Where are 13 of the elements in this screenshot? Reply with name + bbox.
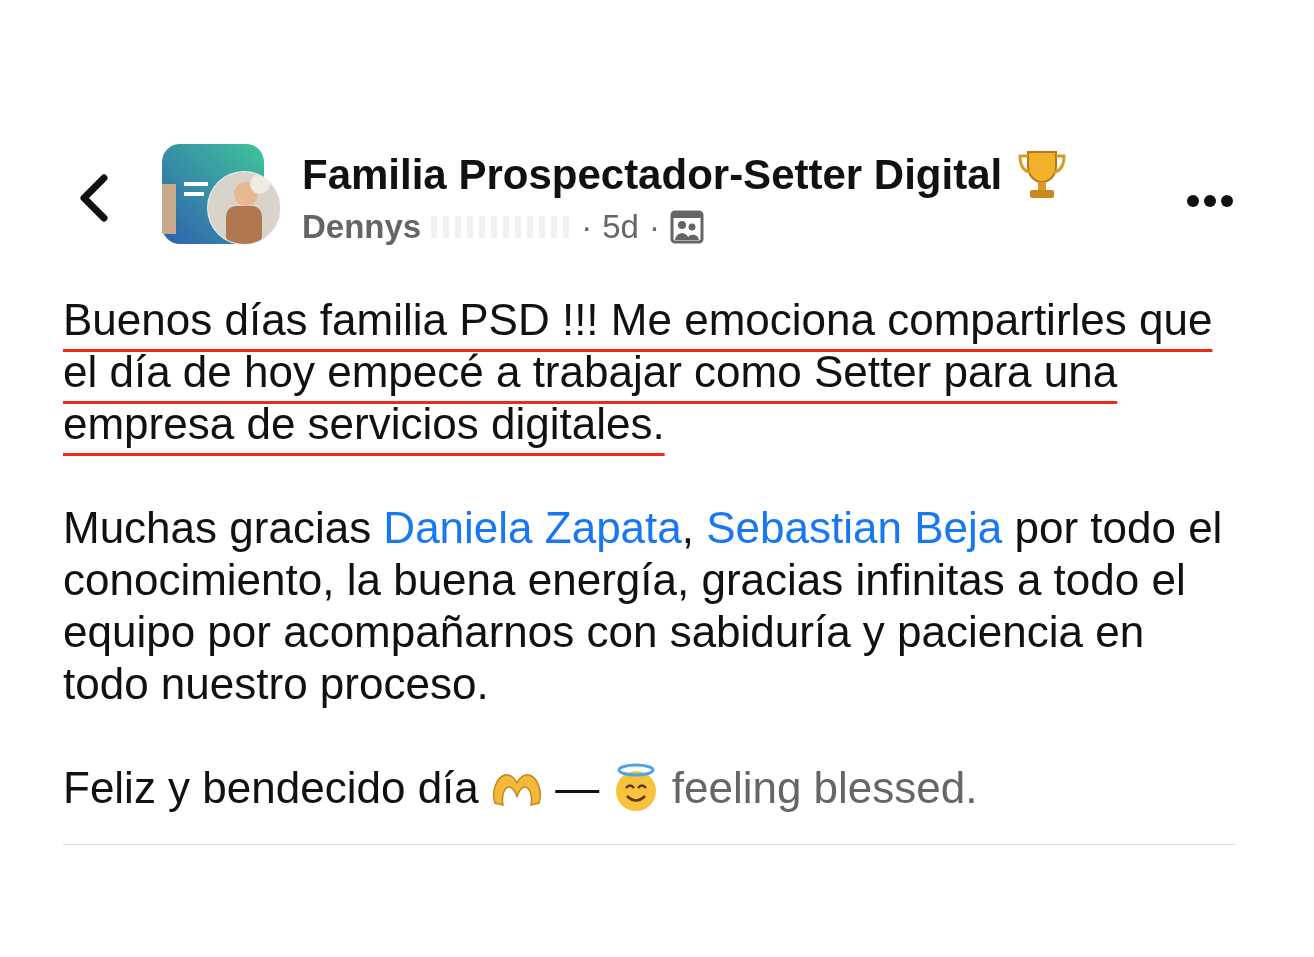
profile-link[interactable]: Daniela Zapata (383, 503, 682, 552)
more-options-icon[interactable] (1186, 194, 1234, 208)
separator: · (581, 208, 593, 246)
profile-link[interactable]: Sebastian Beja (706, 503, 1003, 552)
separator: · (648, 208, 660, 246)
post-paragraph: Muchas gracias Daniela Zapata, Sebastian Beja por todo el conocimiento, la buena energía, gracias infinitas a todo el equipo por acompañarnos con sabiduría y paciencia en todo nuestro proceso. (63, 502, 1223, 710)
post-paragraph: Buenos días familia PSD !!! Me emociona compartirles que el día de hoy empecé a trabajar como Setter para una empresa de servicios digitales. (63, 294, 1214, 450)
back-icon[interactable] (78, 174, 110, 222)
group-audience-icon (669, 210, 704, 244)
author-name[interactable]: Dennys (302, 208, 422, 246)
post-paragraph: Feliz y bendecido día — feeling blessed. (63, 762, 979, 814)
post-time[interactable]: 5d (602, 208, 639, 246)
group-name[interactable]: Familia Prospectador-Setter Digital (302, 151, 1003, 199)
